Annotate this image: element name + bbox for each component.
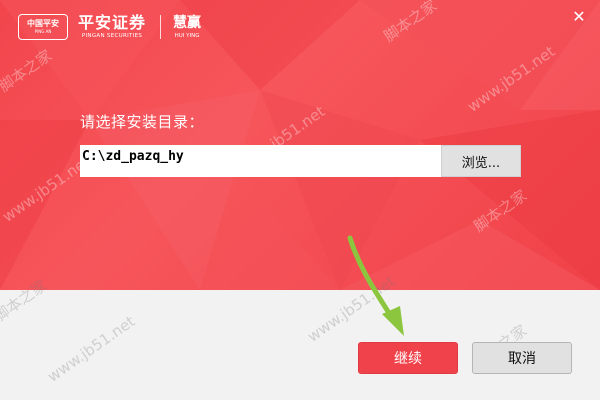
close-icon: ✕ — [572, 7, 586, 26]
brand-product: 慧赢 HUI YING — [173, 15, 201, 40]
browse-button[interactable]: 浏览... — [441, 145, 521, 177]
brand-logo: 中国平安 PING AN 平安证券 PINGAN SECURITIES 慧赢 H… — [18, 10, 201, 44]
brand-name-cn: 平安证券 — [78, 13, 147, 32]
brand-securities: 平安证券 PINGAN SECURITIES — [78, 14, 146, 40]
logo-subtext: PING AN — [34, 29, 52, 34]
product-name-cn: 慧赢 — [173, 14, 202, 31]
pingan-logo: 中国平安 PING AN — [18, 14, 68, 40]
brand-divider — [160, 15, 162, 39]
logo-text: 中国平安 — [27, 19, 59, 28]
header-banner: 中国平安 PING AN 平安证券 PINGAN SECURITIES 慧赢 H… — [0, 0, 600, 290]
continue-button[interactable]: 继续 — [358, 342, 458, 374]
install-dir-label: 请选择安装目录： — [80, 113, 205, 131]
watermark-text: www.jb51.net — [44, 312, 139, 386]
cancel-button[interactable]: 取消 — [472, 342, 572, 374]
install-path-input[interactable] — [80, 145, 442, 177]
product-name-en: HUI YING — [174, 32, 200, 39]
close-button[interactable]: ✕ — [568, 6, 590, 28]
brand-name-en: PINGAN SECURITIES — [81, 33, 143, 39]
